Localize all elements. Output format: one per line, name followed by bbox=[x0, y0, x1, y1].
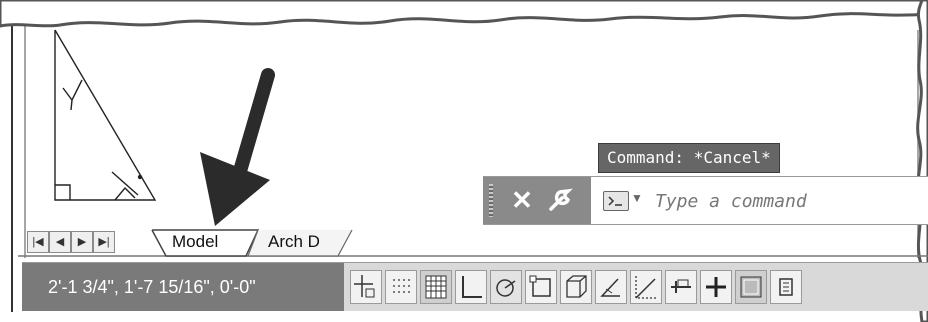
command-history: Command: *Cancel* bbox=[598, 143, 780, 173]
dynamic-ucs-icon[interactable] bbox=[595, 270, 627, 304]
last-tab-icon[interactable]: ▶| bbox=[93, 231, 115, 253]
triangle-drawing bbox=[54, 29, 157, 201]
annotation-arrow bbox=[200, 68, 275, 226]
command-line-controls: ✕ bbox=[483, 177, 591, 224]
wrench-icon[interactable] bbox=[545, 185, 575, 215]
next-tab-icon[interactable]: ▶ bbox=[71, 231, 93, 253]
tab-outline bbox=[18, 229, 928, 257]
infer-constraints-icon[interactable] bbox=[350, 270, 382, 304]
polar-tracking-icon[interactable] bbox=[490, 270, 522, 304]
close-icon[interactable]: ✕ bbox=[507, 185, 537, 215]
dynamic-input-icon[interactable] bbox=[630, 270, 662, 304]
torn-edge-top bbox=[0, 0, 928, 28]
command-input[interactable] bbox=[653, 185, 917, 217]
lineweight-icon[interactable] bbox=[665, 270, 697, 304]
quick-properties-icon[interactable] bbox=[735, 270, 767, 304]
tab-navigation: |◀ ◀ ▶ ▶| bbox=[27, 231, 115, 253]
tab-arch-d[interactable]: Arch D bbox=[268, 228, 320, 254]
status-bar: 2'-1 3/4", 1'-7 15/16", 0'-0" bbox=[22, 262, 928, 311]
command-line: ✕ ▼ bbox=[483, 176, 928, 225]
object-snap-icon[interactable] bbox=[525, 270, 557, 304]
drag-grip-icon[interactable] bbox=[489, 184, 493, 217]
dropdown-arrow-icon[interactable]: ▼ bbox=[631, 191, 643, 205]
ortho-mode-icon[interactable] bbox=[455, 270, 487, 304]
3d-object-snap-icon[interactable] bbox=[560, 270, 592, 304]
tab-model[interactable]: Model bbox=[172, 228, 218, 254]
previous-tab-icon[interactable]: ◀ bbox=[49, 231, 71, 253]
snap-mode-icon[interactable] bbox=[385, 270, 417, 304]
first-tab-icon[interactable]: |◀ bbox=[27, 231, 49, 253]
layout-tab-bar: |◀ ◀ ▶ ▶| Model Arch D bbox=[18, 228, 928, 258]
screenshot-frame: Command: *Cancel* ✕ ▼ |◀ ◀ ▶ ▶| Model bbox=[0, 0, 928, 322]
selection-cycling-icon[interactable] bbox=[770, 270, 802, 304]
show-hide-transparency-icon[interactable] bbox=[700, 270, 732, 304]
grid-display-icon[interactable] bbox=[420, 270, 452, 304]
coordinate-display[interactable]: 2'-1 3/4", 1'-7 15/16", 0'-0" bbox=[22, 263, 344, 311]
command-prompt-icon[interactable] bbox=[603, 191, 629, 211]
